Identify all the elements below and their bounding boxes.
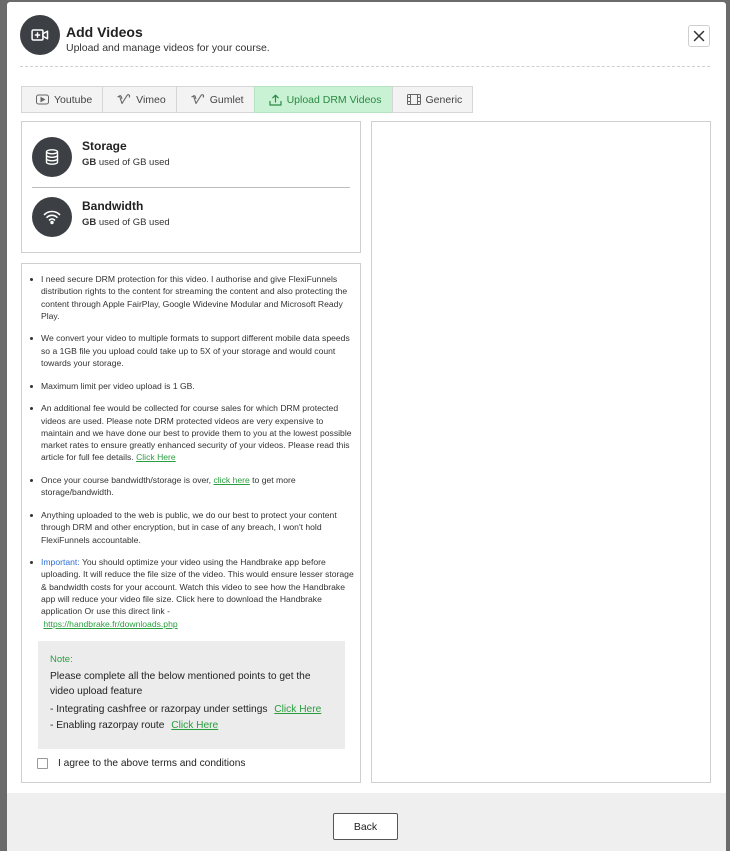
terms-item: I need secure DRM protection for this vi… [28,273,354,322]
modal-header: Add Videos Upload and manage videos for … [20,15,710,69]
storage-usage-text: used of GB used [98,157,170,168]
wifi-icon [32,197,72,237]
add-videos-modal: Add Videos Upload and manage videos for … [7,2,726,851]
terms-text: Anything uploaded to the web is public, … [41,509,337,545]
storage-stat: Storage GB used of GB used [32,137,352,179]
terms-item: Anything uploaded to the web is public, … [28,509,354,546]
terms-item: Once your course bandwidth/storage is ov… [28,474,354,499]
video-plus-icon [20,15,60,55]
bandwidth-label: Bandwidth [82,199,144,213]
database-icon [32,137,72,177]
upload-icon [268,94,282,106]
payment-settings-link[interactable]: Click Here [274,704,321,715]
terms-text: We convert your video to multiple format… [41,333,350,369]
note-line-text: - Enabling razorpay route [50,720,165,731]
bandwidth-stat: Bandwidth GB used of GB used [32,197,352,239]
gumlet-icon [190,94,204,105]
tab-upload-drm-videos[interactable]: Upload DRM Videos [253,86,393,113]
storage-label: Storage [82,139,127,153]
tab-label: Gumlet [209,93,244,106]
close-button[interactable] [688,25,710,47]
modal-footer: Back [7,793,726,851]
film-icon [406,94,421,105]
terms-item: An additional fee would be collected for… [28,402,354,463]
terms-text: Once your course bandwidth/storage is ov… [41,475,212,486]
bandwidth-usage: GB used of GB used [82,217,170,228]
tab-label: Youtube [54,93,93,106]
drm-terms-panel: I need secure DRM protection for this vi… [21,263,361,783]
video-source-tabs: Youtube Vimeo Gumlet Upload DRM Videos G… [21,86,474,113]
usage-stats-panel: Storage GB used of GB used Bandwidth GB … [21,121,361,253]
terms-text: I need secure DRM protection for this vi… [41,274,348,321]
terms-item: Important: You should optimize your vide… [28,556,354,630]
agree-terms-row: I agree to the above terms and condition… [37,758,245,769]
tab-label: Upload DRM Videos [286,93,382,106]
back-button[interactable]: Back [333,813,398,840]
modal-subtitle: Upload and manage videos for your course… [66,42,270,54]
terms-item: Maximum limit per video upload is 1 GB. [28,380,354,392]
storage-unit: GB [82,157,97,168]
tab-label: Generic [425,93,463,106]
terms-list: I need secure DRM protection for this vi… [28,273,354,640]
note-line-razorpay: - Enabling razorpay route Click Here [50,720,333,731]
vimeo-icon [117,94,131,105]
tab-gumlet[interactable]: Gumlet [175,86,255,113]
tab-vimeo[interactable]: Vimeo [102,86,177,113]
note-text: Please complete all the below mentioned … [50,671,311,697]
more-storage-link[interactable]: click here [213,475,249,485]
stats-divider [32,187,350,188]
storage-usage: GB used of GB used [82,157,170,168]
note-title: Note: [50,654,73,665]
terms-text: An additional fee would be collected for… [41,403,352,463]
tab-generic[interactable]: Generic [391,86,474,113]
important-label: Important: [41,557,80,568]
terms-text: Maximum limit per video upload is 1 GB. [41,380,195,391]
youtube-icon [36,94,49,105]
terms-text: You should optimize your video using the… [41,557,354,617]
terms-item: We convert your video to multiple format… [28,332,354,369]
agree-terms-label[interactable]: I agree to the above terms and condition… [58,758,245,769]
close-icon [693,30,705,42]
note-line-cashfree: - Integrating cashfree or razorpay under… [50,704,333,715]
agree-terms-checkbox[interactable] [37,758,48,769]
header-divider [20,66,710,67]
fee-details-link[interactable]: Click Here [136,452,176,462]
tab-label: Vimeo [136,93,166,106]
tab-youtube[interactable]: Youtube [21,86,104,113]
note-box: Note: Please complete all the below ment… [38,641,345,749]
note-line-text: - Integrating cashfree or razorpay under… [50,704,268,715]
video-upload-area[interactable] [371,121,711,783]
modal-title: Add Videos [66,24,143,40]
bandwidth-unit: GB [82,217,97,228]
razorpay-route-link[interactable]: Click Here [171,720,218,731]
handbrake-download-link[interactable]: https://handbrake.fr/downloads.php [43,619,177,629]
bandwidth-usage-text: used of GB used [98,217,170,228]
